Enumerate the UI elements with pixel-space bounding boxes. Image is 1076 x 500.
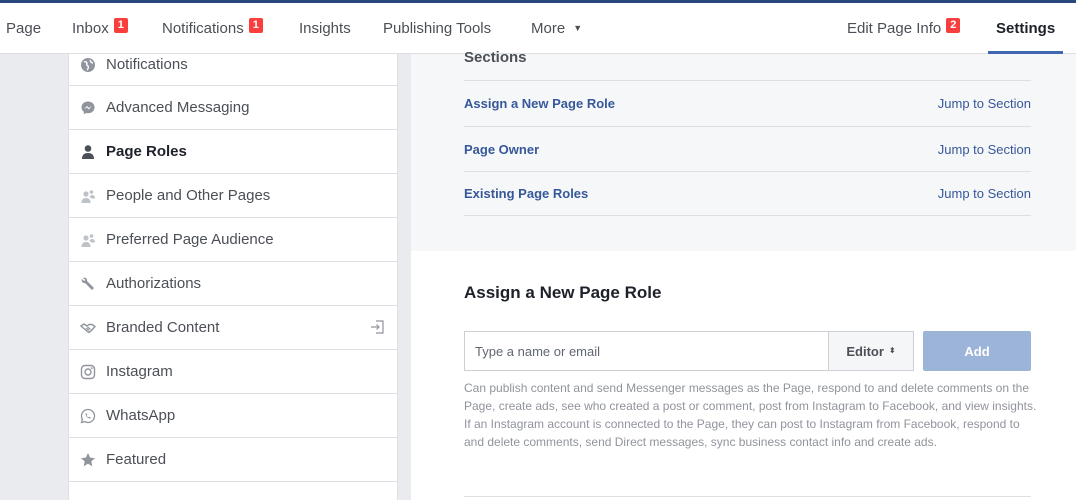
nav-tab-label: Edit Page Info <box>847 20 942 37</box>
sidebar-item-label: Notifications <box>106 56 188 73</box>
assign-role-heading: Assign a New Page Role <box>464 283 662 302</box>
sidebar-item-page-roles[interactable]: Page Roles <box>69 130 397 174</box>
instagram-icon <box>80 364 96 380</box>
section-link-assign-role[interactable]: Assign a New Page Role <box>464 96 615 111</box>
section-row-page-owner: Page Owner Jump to Section <box>464 126 1031 171</box>
sidebar-item-label: Instagram <box>106 363 173 380</box>
nav-tab-more[interactable]: More ▼ <box>531 3 582 54</box>
nav-tab-label: Publishing Tools <box>383 20 492 37</box>
login-arrow-icon[interactable] <box>370 320 384 334</box>
sort-caret-icon: ⬍ <box>888 346 896 355</box>
nav-tab-label: Insights <box>299 20 351 37</box>
sidebar-item-people-and-other-pages[interactable]: People and Other Pages <box>69 174 397 218</box>
messenger-icon <box>80 100 96 116</box>
sidebar-item-label: Authorizations <box>106 275 202 292</box>
sections-panel: Sections Assign a New Page Role Jump to … <box>411 49 1076 251</box>
jump-to-section-link[interactable]: Jump to Section <box>938 142 1031 157</box>
edit-page-info-badge: 2 <box>946 18 961 33</box>
chevron-down-icon: ▼ <box>573 22 583 33</box>
section-row-assign-role: Assign a New Page Role Jump to Section <box>464 80 1031 125</box>
nav-tab-label: Notifications <box>162 20 244 37</box>
nav-tab-edit-page-info[interactable]: Edit Page Info 2 <box>847 3 961 54</box>
role-select[interactable]: Editor ⬍ <box>828 331 914 371</box>
nav-tab-publishing-tools[interactable]: Publishing Tools <box>383 3 491 54</box>
role-description: Can publish content and send Messenger m… <box>464 381 1037 449</box>
sidebar-item-advanced-messaging[interactable]: Advanced Messaging <box>69 86 397 130</box>
divider <box>464 496 1031 497</box>
sidebar-item-featured[interactable]: Featured <box>69 438 397 482</box>
sidebar-item-label: WhatsApp <box>106 407 176 424</box>
sidebar-item-label: People and Other Pages <box>106 187 271 204</box>
sidebar-item-authorizations[interactable]: Authorizations <box>69 262 397 306</box>
sidebar-item-branded-content[interactable]: Branded Content <box>69 306 397 350</box>
settings-sidebar: Notifications Advanced Messaging Page Ro… <box>68 54 398 500</box>
nav-tab-settings[interactable]: Settings <box>987 3 1064 54</box>
sections-heading: Sections <box>464 49 527 66</box>
jump-to-section-link[interactable]: Jump to Section <box>938 186 1031 201</box>
handshake-icon <box>80 320 96 336</box>
nav-tab-label: Settings <box>996 20 1056 37</box>
wrench-icon <box>80 276 96 292</box>
section-row-existing-roles: Existing Page Roles Jump to Section <box>464 171 1031 216</box>
jump-to-section-link[interactable]: Jump to Section <box>938 96 1031 111</box>
nav-tab-label: More <box>531 20 566 37</box>
sidebar-item-whatsapp[interactable]: WhatsApp <box>69 394 397 438</box>
nav-tab-label: Page <box>6 20 42 37</box>
people-icon <box>80 232 96 248</box>
assign-role-panel: Assign a New Page Role Editor ⬍ Add Can … <box>411 251 1076 500</box>
add-button[interactable]: Add <box>923 331 1031 371</box>
sidebar-item-label: Page Roles <box>106 143 187 160</box>
inbox-count-badge: 1 <box>113 18 128 33</box>
role-select-value: Editor <box>846 343 884 359</box>
sidebar-item-label: Featured <box>106 451 167 468</box>
add-button-label: Add <box>964 343 990 359</box>
section-link-existing-roles[interactable]: Existing Page Roles <box>464 186 588 201</box>
globe-icon <box>80 57 96 73</box>
sidebar-item-notifications[interactable]: Notifications <box>69 44 397 86</box>
sidebar-item-label: Advanced Messaging <box>106 99 250 116</box>
section-link-page-owner[interactable]: Page Owner <box>464 142 539 157</box>
person-icon <box>80 144 96 160</box>
nav-tab-label: Inbox <box>72 20 109 37</box>
whatsapp-icon <box>80 408 96 424</box>
sidebar-item-label: Branded Content <box>106 319 220 336</box>
notifications-count-badge: 1 <box>248 18 263 33</box>
sidebar-item-label: Preferred Page Audience <box>106 231 274 248</box>
people-icon <box>80 188 96 204</box>
nav-tab-page[interactable]: Page <box>6 3 41 54</box>
sidebar-item-preferred-page-audience[interactable]: Preferred Page Audience <box>69 218 397 262</box>
sidebar-item-instagram[interactable]: Instagram <box>69 350 397 394</box>
star-icon <box>80 452 96 468</box>
